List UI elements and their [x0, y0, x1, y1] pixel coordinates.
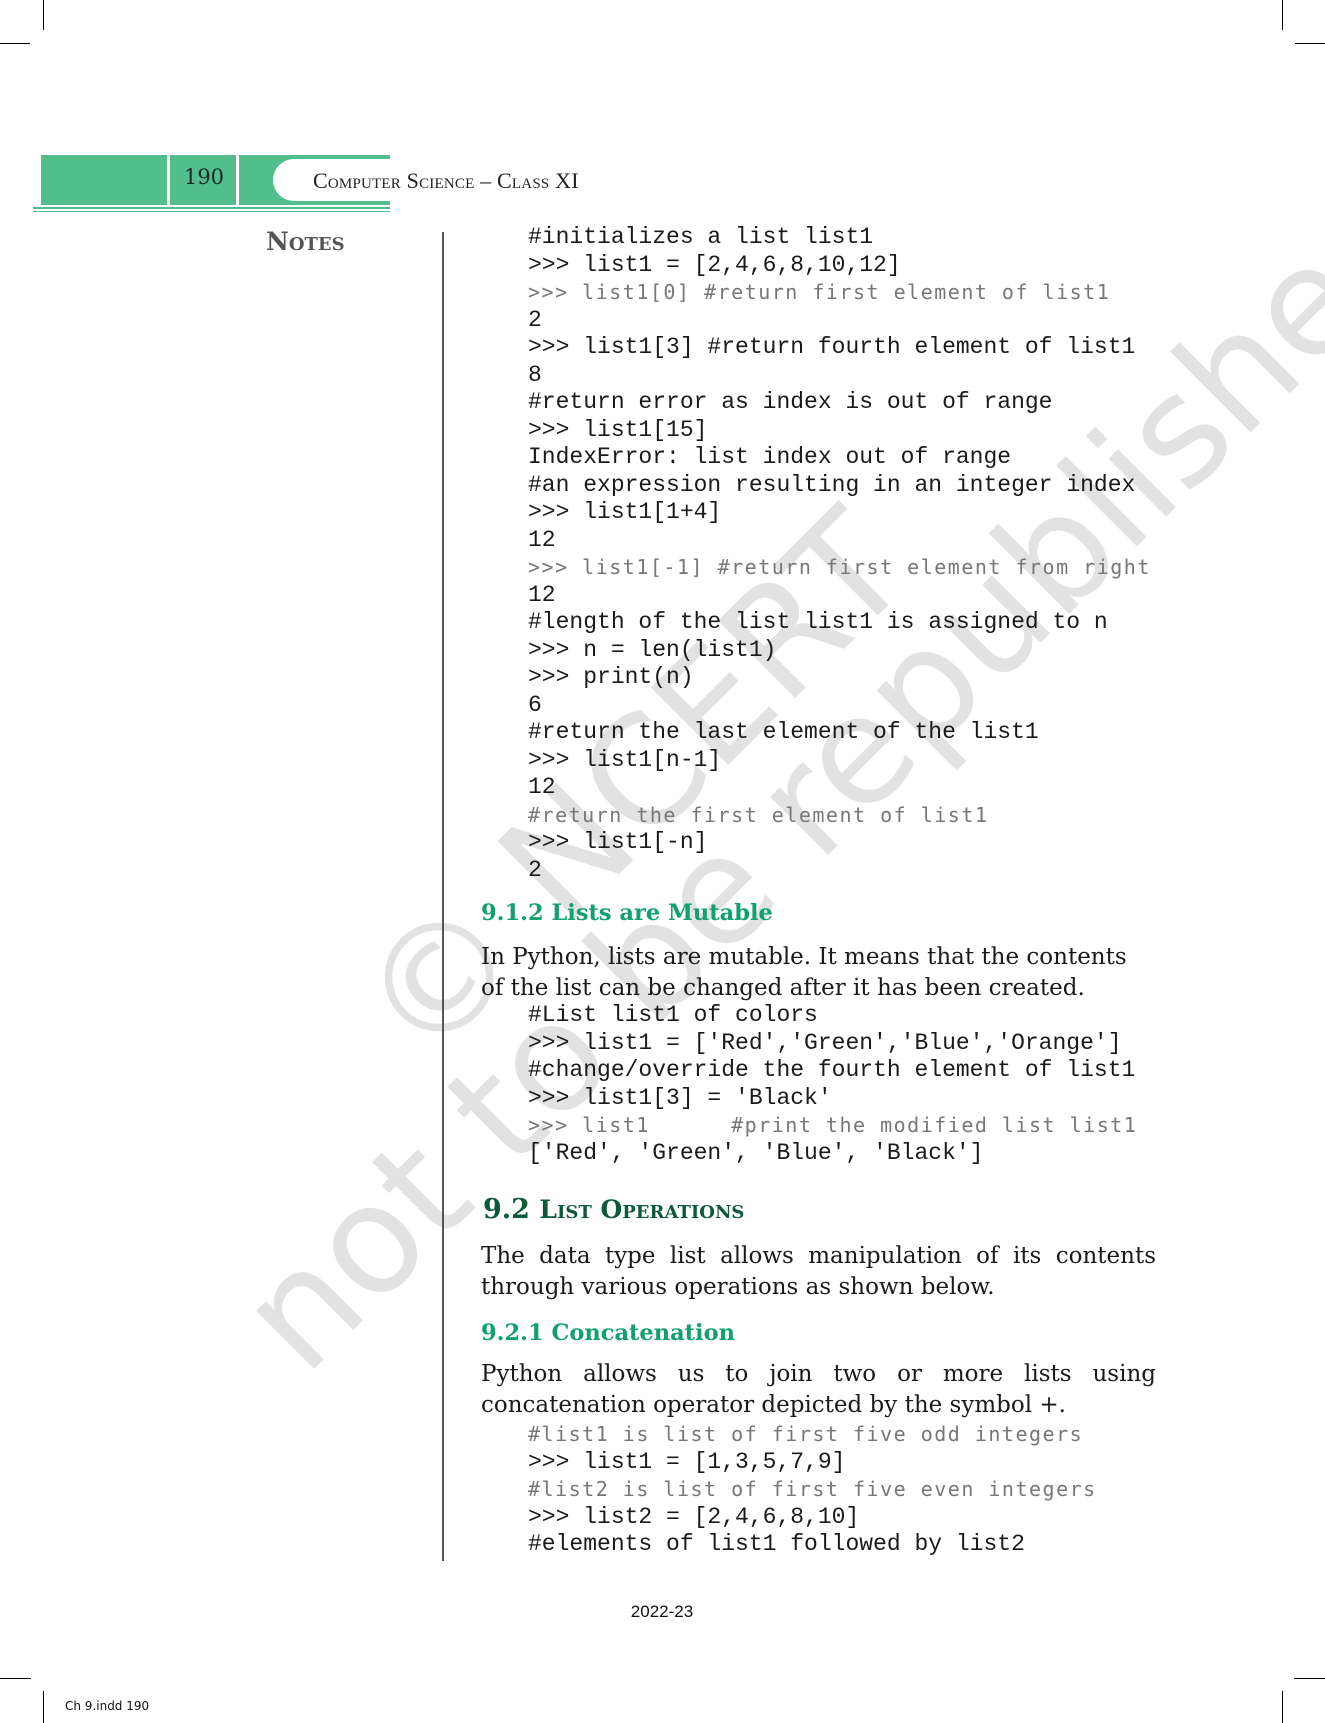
- paragraph-list-operations: The data type list allows manipulation o…: [481, 1241, 1156, 1302]
- code-line: #List list1 of colors: [528, 1002, 818, 1028]
- code-line: >>> print(n): [528, 664, 694, 690]
- code-line: >>> list1[n-1]: [528, 746, 722, 773]
- crop-mark-bottom-right-v: [1282, 1691, 1283, 1723]
- paragraph-mutable: In Python, lists are mutable. It means t…: [481, 942, 1156, 1003]
- code-line: #an expression resulting in an integer i…: [528, 471, 1136, 498]
- paragraph-line: Python allows us to join two or more lis…: [481, 1361, 1156, 1387]
- paragraph-line: In Python, lists are mutable. It means t…: [481, 944, 1127, 970]
- paragraph-line: of the list can be changed after it has …: [481, 974, 1085, 1001]
- code-line: >>> n = len(list1): [528, 636, 777, 663]
- code-line: #return error as index is out of range: [528, 389, 1053, 415]
- code-line: 12: [528, 526, 556, 553]
- code-line: >>> list2 = [2,4,6,8,10]: [528, 1503, 860, 1530]
- crop-mark-bottom-left-h: [0, 1678, 31, 1679]
- crop-mark-bottom-right-h: [1294, 1678, 1325, 1679]
- code-line: IndexError: list index out of range: [528, 444, 1012, 470]
- code-line: >>> list1[15]: [528, 416, 708, 443]
- margin-divider: [442, 232, 444, 1561]
- code-line: >>> list1[0] #return first element of li…: [528, 280, 1111, 304]
- code-line: 6: [528, 691, 542, 718]
- code-line: >>> list1[-1] #return first element from…: [528, 555, 1151, 579]
- code-line: #list1 is list of first five odd integer…: [528, 1422, 1084, 1446]
- code-line: >>> list1 #print the modified list list1: [528, 1113, 1138, 1137]
- section-title: List Operations: [539, 1195, 745, 1224]
- crop-mark-top-left-v: [43, 0, 44, 30]
- section-heading-9-1-2: 9.1.2 Lists are Mutable: [481, 900, 773, 926]
- slug-file-info: Ch 9.indd 190: [65, 1699, 150, 1713]
- code-line: #length of the list list1 is assigned to…: [528, 609, 1108, 635]
- code-line: 12: [528, 774, 556, 800]
- section-heading-9-2: 9.2 List Operations: [483, 1194, 744, 1225]
- notes-label: Notes: [266, 227, 345, 256]
- header-rule: [33, 211, 390, 212]
- crop-mark-bottom-left-v: [43, 1691, 44, 1723]
- paragraph-line: concatenation operator depicted by the s…: [481, 1391, 1066, 1418]
- header-band-divider: [167, 155, 170, 205]
- code-line: ['Red', 'Green', 'Blue', 'Black']: [528, 1139, 984, 1166]
- code-line: >>> list1 = [1,3,5,7,9]: [528, 1448, 846, 1475]
- code-line: >>> list1 = ['Red','Green','Blue','Orang…: [528, 1029, 1122, 1056]
- footer-year: 2022-23: [630, 1602, 694, 1621]
- code-line: 2: [528, 856, 542, 883]
- code-line: >>> list1[-n]: [528, 829, 708, 855]
- code-line: #initializes a list list1: [528, 224, 874, 250]
- crop-mark-top-right-h: [1295, 43, 1325, 44]
- code-line: #return the last element of the list1: [528, 719, 1039, 745]
- paragraph-concatenation: Python allows us to join two or more lis…: [481, 1359, 1156, 1420]
- code-line: #return the first element of list1: [528, 802, 989, 827]
- running-title: Computer Science – Class XI: [313, 168, 579, 193]
- code-line: #elements of list1 followed by list2: [528, 1531, 1025, 1557]
- code-line: 12: [528, 581, 556, 608]
- section-number: 9.2: [483, 1194, 530, 1225]
- code-line: >>> list1[1+4]: [528, 499, 722, 525]
- header-rule: [33, 207, 390, 209]
- crop-mark-top-right-v: [1282, 0, 1283, 30]
- page-number: 190: [183, 165, 225, 189]
- code-line: >>> list1[3] #return fourth element of l…: [528, 334, 1136, 360]
- code-line: 2: [528, 306, 542, 333]
- section-heading-9-2-1: 9.2.1 Concatenation: [481, 1320, 735, 1346]
- code-line: #change/override the fourth element of l…: [528, 1057, 1136, 1083]
- code-line: 8: [528, 361, 542, 388]
- paragraph-line: The data type list allows manipulation o…: [481, 1243, 1156, 1269]
- crop-mark-top-left-h: [0, 43, 30, 44]
- code-line: >>> list1[3] = 'Black': [528, 1084, 832, 1111]
- code-line: #list2 is list of first five even intege…: [528, 1477, 1097, 1501]
- paragraph-line: through various operations as shown belo…: [481, 1273, 995, 1300]
- code-line: >>> list1 = [2,4,6,8,10,12]: [528, 251, 901, 278]
